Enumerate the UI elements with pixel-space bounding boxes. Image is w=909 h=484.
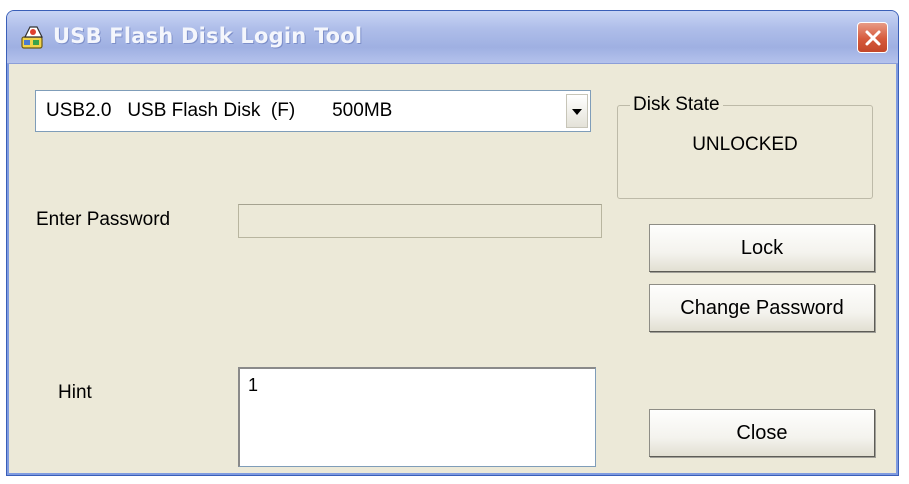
disk-state-value: UNLOCKED xyxy=(692,134,798,155)
disk-state-legend: Disk State xyxy=(630,94,723,116)
login-tool-window: USB Flash Disk Login Tool USB2.0 USB Fla… xyxy=(6,10,899,476)
hint-label: Hint xyxy=(58,382,92,403)
dialog-body: USB2.0 USB Flash Disk (F) 500MB Disk Sta… xyxy=(9,64,896,473)
close-button[interactable]: Close xyxy=(649,409,875,457)
drive-select-value: USB2.0 USB Flash Disk (F) 500MB xyxy=(46,100,393,121)
window-title: USB Flash Disk Login Tool xyxy=(53,24,363,48)
usb-disk-app-icon xyxy=(19,23,47,51)
change-password-button[interactable]: Change Password xyxy=(649,284,875,332)
password-field[interactable] xyxy=(238,204,602,238)
close-icon xyxy=(865,30,881,46)
drive-select-dropdown-button[interactable] xyxy=(566,94,588,128)
drive-select[interactable]: USB2.0 USB Flash Disk (F) 500MB xyxy=(35,90,591,132)
title-bar[interactable]: USB Flash Disk Login Tool xyxy=(7,11,898,64)
lock-button[interactable]: Lock xyxy=(649,224,875,272)
hint-value: 1 xyxy=(248,375,259,395)
disk-state-group: Disk State UNLOCKED xyxy=(617,94,873,199)
window-close-button[interactable] xyxy=(857,22,888,53)
password-label: Enter Password xyxy=(36,209,171,230)
hint-field[interactable]: 1 xyxy=(238,367,596,467)
chevron-down-icon xyxy=(572,109,582,115)
